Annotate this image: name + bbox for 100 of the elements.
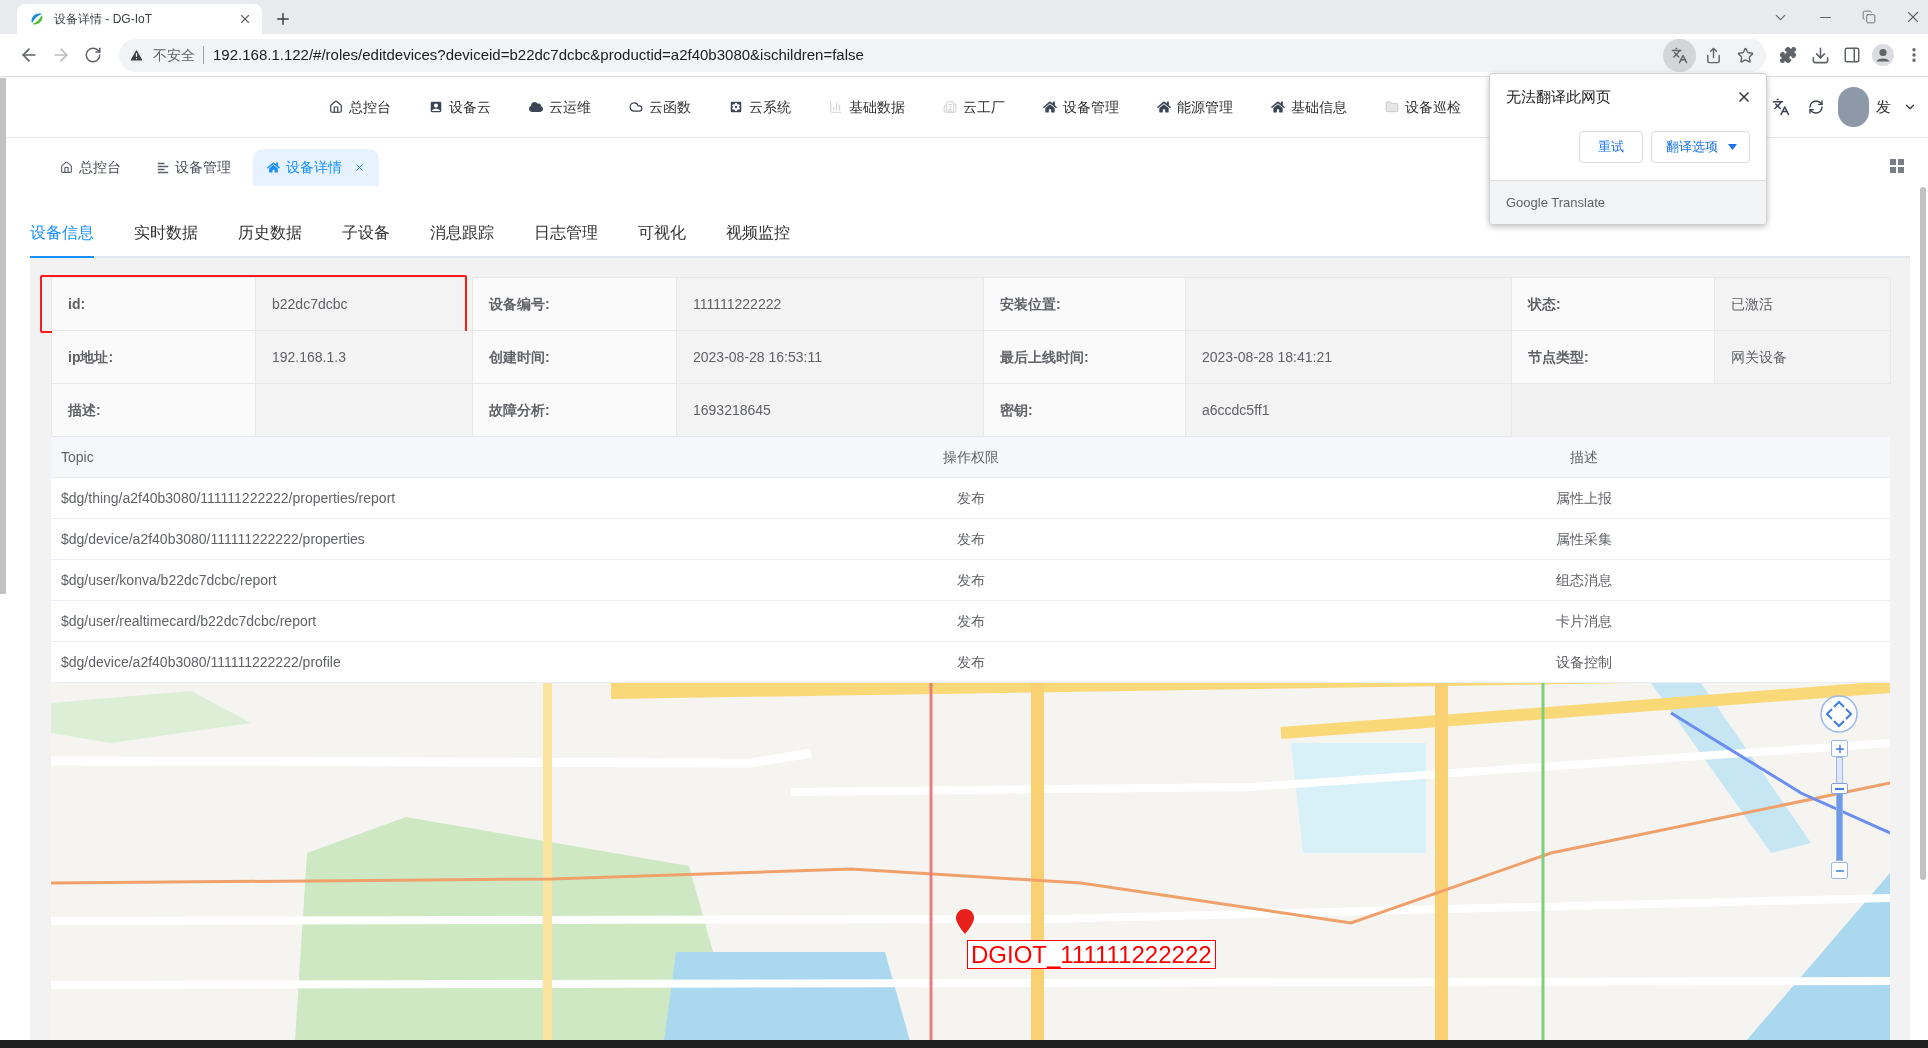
field-label: 最后上线时间: <box>984 331 1186 384</box>
field-value: b22dc7dcbc <box>256 278 473 331</box>
warning-icon <box>129 47 144 63</box>
star-icon[interactable] <box>1737 46 1754 64</box>
menu-item[interactable]: 云系统 <box>729 96 791 118</box>
table-cell-text: $dg/user/konva/b22dc7dcbc/report <box>61 570 277 590</box>
profile-icon[interactable] <box>1872 44 1894 66</box>
field-value: 2023-08-28 16:53:11 <box>677 331 984 384</box>
pan-control[interactable] <box>1820 695 1858 733</box>
tab[interactable]: 消息跟踪 <box>430 210 494 258</box>
tab[interactable]: 可视化 <box>638 210 686 258</box>
field-label: 描述: <box>52 384 256 437</box>
table-cell-text: 属性上报 <box>1555 488 1612 508</box>
table-cell-text: $dg/user/realtimecard/b22dc7dcbc/report <box>61 611 317 631</box>
menu-item[interactable]: 云函数 <box>629 96 691 118</box>
table-cell-text: 发布 <box>956 611 985 631</box>
restore-icon[interactable] <box>1862 10 1876 24</box>
retry-button[interactable]: 重试 <box>1579 131 1643 163</box>
tab[interactable]: 日志管理 <box>534 210 598 258</box>
column-header: Topic <box>61 447 94 467</box>
bar-chart-icon <box>829 100 843 114</box>
tab[interactable]: 实时数据 <box>134 210 198 258</box>
translate-icon[interactable] <box>1663 38 1696 72</box>
table-cell-text: $dg/thing/a2f40b3080/111111222222/properties/report <box>61 488 396 508</box>
menu-item[interactable]: 设备云 <box>429 96 491 118</box>
building-icon <box>943 100 957 114</box>
table-cell-text: 发布 <box>956 570 985 590</box>
field-label: ip地址: <box>52 331 256 384</box>
field-label: 故障分析: <box>473 384 677 437</box>
table-cell-text: 发布 <box>956 488 985 508</box>
house-icon <box>1271 100 1285 114</box>
zoom-slider-thumb[interactable] <box>1831 783 1848 795</box>
close-icon[interactable] <box>1736 89 1752 105</box>
folder-icon <box>1385 100 1399 114</box>
avatar[interactable] <box>1838 87 1869 127</box>
scrollbar-thumb[interactable] <box>1920 187 1926 880</box>
field-value: 111111222222 <box>677 278 984 331</box>
field-value: a6ccdc5ff1 <box>1186 384 1512 437</box>
house-icon <box>60 161 73 174</box>
list-icon <box>157 161 169 174</box>
column-header: 描述 <box>1569 447 1598 467</box>
zoom-slider[interactable] <box>1831 757 1848 861</box>
field-label: 安装位置: <box>984 278 1186 331</box>
user-card-icon <box>429 100 443 114</box>
popup-footer: Google Translate <box>1506 192 1605 213</box>
tab[interactable]: 历史数据 <box>238 210 302 258</box>
map-pin-icon[interactable] <box>955 909 975 934</box>
menu-item[interactable]: 能源管理 <box>1157 96 1233 118</box>
table-cell-text: 设备控制 <box>1555 652 1612 672</box>
table-cell-text: 组态消息 <box>1555 570 1612 590</box>
menu-item[interactable]: 总控台 <box>329 96 391 118</box>
table-cell-text: 属性采集 <box>1555 529 1612 549</box>
user-name[interactable]: 发 <box>1876 95 1891 119</box>
zoom-out-button[interactable] <box>1831 862 1848 879</box>
menu-item[interactable]: 设备管理 <box>1043 96 1119 118</box>
table-cell-text: $dg/device/a2f40b3080/111111222222/properties <box>61 529 365 549</box>
logo-icon <box>29 11 45 27</box>
share-icon[interactable] <box>1705 46 1722 64</box>
address-bar[interactable]: 不安全 192.168.1.122/#/roles/editdevices?deviceid=b22dc7dcbc&productid=a2f40b3080&ischildren=false <box>119 38 1766 72</box>
field-label: id: <box>52 278 256 331</box>
table-cell-text: 发布 <box>956 652 985 672</box>
url-text: 192.168.1.122/#/roles/editdevices?deviceid=b22dc7dcbc&productid=a2f40b3080&ischildren=false <box>213 44 864 65</box>
puzzle-icon[interactable] <box>1779 46 1797 64</box>
refresh-icon[interactable] <box>1808 99 1824 115</box>
side-panel-icon[interactable] <box>1843 46 1861 64</box>
field-label: 节点类型: <box>1512 331 1715 384</box>
field-value: 已激活 <box>1715 278 1891 331</box>
menu-item[interactable]: 基础信息 <box>1271 96 1347 118</box>
caret-icon <box>1728 144 1737 150</box>
marker-label: DGIOT_111111222222 <box>967 940 1216 969</box>
field-label: 状态: <box>1512 278 1715 331</box>
download-icon[interactable] <box>1811 45 1830 65</box>
tab[interactable]: 视频监控 <box>726 210 790 258</box>
close-icon[interactable] <box>238 12 252 26</box>
zoom-in-button[interactable] <box>1831 740 1848 757</box>
cloud-icon <box>529 100 543 114</box>
plus-icon <box>1833 742 1846 755</box>
table-cell-text: 卡片消息 <box>1555 611 1612 631</box>
browser-tab[interactable]: 设备详情 - DG-IoT <box>17 4 262 34</box>
menu-item[interactable]: 设备巡检 <box>1385 96 1461 118</box>
field-label: 密钥: <box>984 384 1186 437</box>
grid-icon[interactable] <box>1890 159 1904 173</box>
field-value: 1693218645 <box>677 384 984 437</box>
reload-icon[interactable] <box>84 46 102 64</box>
menu-item[interactable]: 云运维 <box>529 96 591 118</box>
cloud-icon <box>629 100 643 114</box>
tab-title: 设备详情 - DG-IoT <box>54 11 153 28</box>
new-tab-icon[interactable] <box>274 10 292 28</box>
page-tab[interactable]: 总控台 <box>46 149 135 186</box>
house-icon <box>329 100 343 114</box>
scrollbar-thumb[interactable] <box>0 78 6 594</box>
menu-item[interactable]: 云工厂 <box>943 96 1005 118</box>
tab[interactable]: 子设备 <box>342 210 390 258</box>
field-value: 192.168.1.3 <box>256 331 473 384</box>
translate-icon[interactable] <box>1772 98 1790 116</box>
page-tab[interactable]: 设备管理 <box>143 149 245 186</box>
menu-item[interactable]: 基础数据 <box>829 96 905 118</box>
house-icon <box>267 161 280 174</box>
security-label: 不安全 <box>153 45 195 65</box>
options-button[interactable]: 翻译选项 <box>1651 131 1750 163</box>
